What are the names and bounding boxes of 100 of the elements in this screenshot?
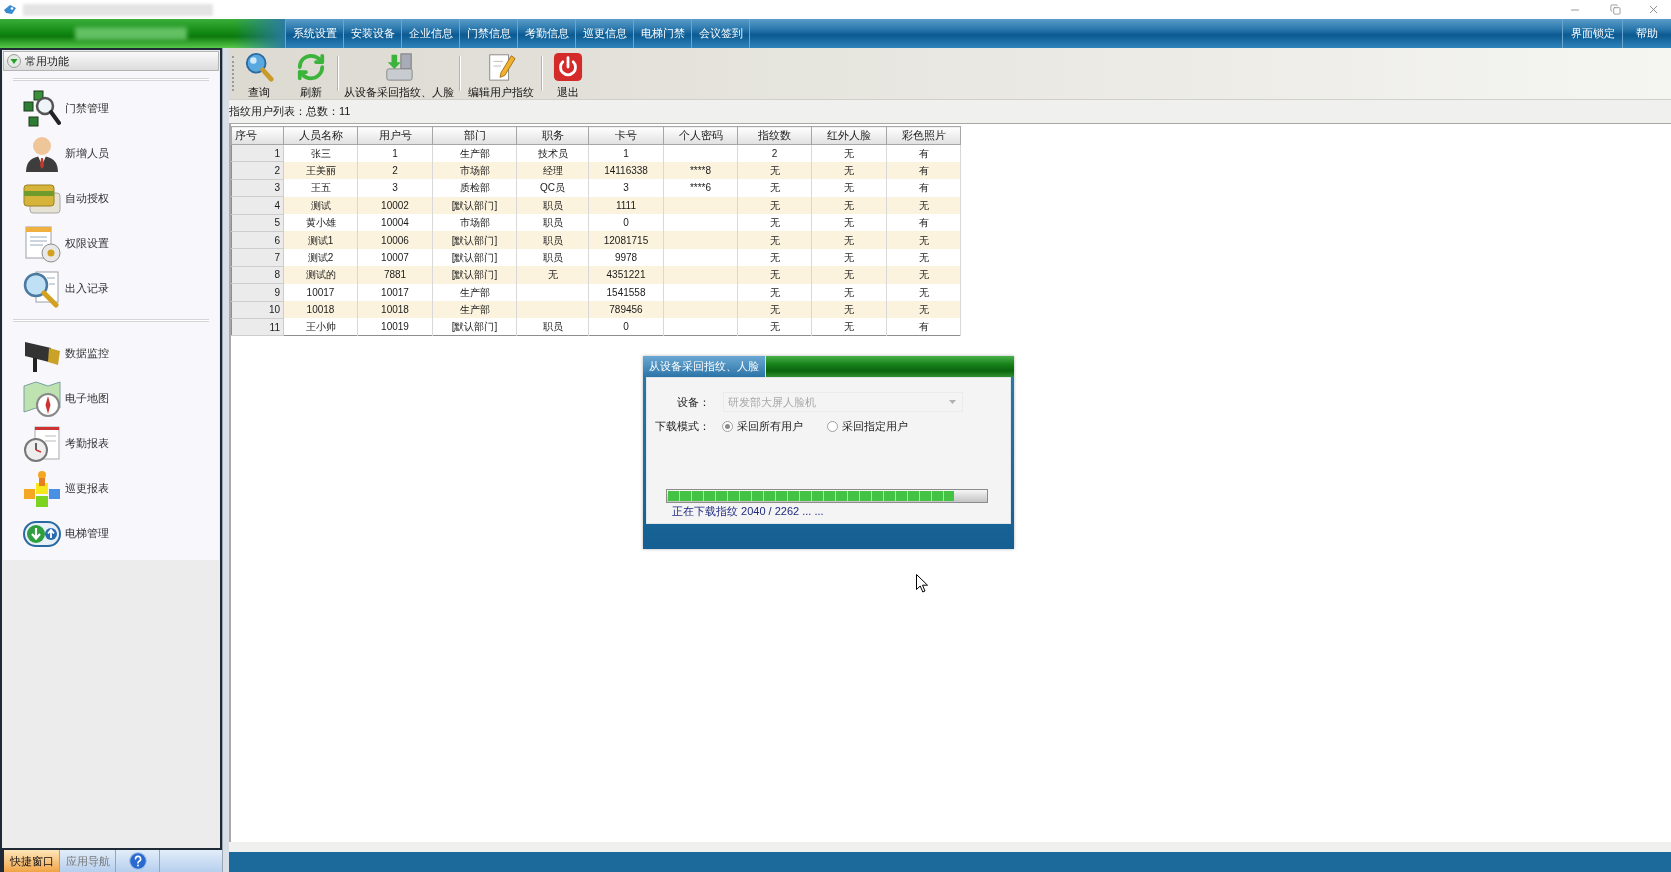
table-cell: 无 [886, 266, 961, 284]
radio-button[interactable] [722, 420, 733, 432]
sidebar-item[interactable]: 电子地图 [3, 376, 219, 421]
radio-label: 采回所有用户 [737, 418, 803, 434]
report-stopwatch-icon [23, 424, 61, 463]
table-cell: 无 [811, 214, 887, 232]
radio-label: 采回指定用户 [842, 418, 908, 434]
colored-blocks-icon [23, 469, 61, 508]
table-cell: 10019 [357, 318, 433, 336]
sidebar-item[interactable]: 巡更报表 [3, 466, 219, 511]
table-cell: 0 [588, 214, 664, 232]
refresh-icon [296, 52, 326, 82]
table-cell: 有 [886, 179, 961, 197]
table-cell: 无 [737, 266, 812, 284]
table-cell: 职员 [516, 231, 589, 249]
table-cell: QC员 [516, 179, 589, 197]
table-cell: 10018 [357, 301, 433, 319]
document-coin-icon [23, 224, 61, 263]
sidebar-item[interactable]: 权限设置 [3, 221, 219, 266]
column-header[interactable]: 指纹数 [737, 126, 812, 145]
toolbar-button[interactable]: 查询 [236, 48, 282, 99]
toolbar-button[interactable]: 退出 [546, 48, 590, 99]
table-cell: 生产部 [432, 301, 517, 319]
table-cell: 无 [737, 231, 812, 249]
sidebar-item[interactable]: 考勤报表 [3, 421, 219, 466]
progress-status: 正在下载指纹 2040 / 2262 ... ... [672, 504, 824, 518]
toolbar-button[interactable]: 刷新 [288, 48, 334, 99]
column-header[interactable]: 职务 [516, 126, 589, 145]
column-header[interactable]: 卡号 [588, 126, 664, 145]
table-cell: 黄小雄 [283, 214, 358, 232]
table-cell: [默认部门] [432, 318, 517, 336]
table-cell: 职员 [516, 318, 589, 336]
sidebar-item[interactable]: 出入记录 [3, 266, 219, 311]
table-cell: 789456 [588, 301, 664, 319]
search-icon [244, 52, 274, 82]
table-cell: 质检部 [432, 179, 517, 197]
device-download-icon [384, 52, 414, 82]
column-header[interactable]: 用户号 [357, 126, 433, 145]
sidebar-header[interactable]: 常用功能 [3, 51, 219, 71]
person-silhouette-icon [23, 134, 61, 173]
table-cell: 王小帅 [283, 318, 358, 336]
radio-button[interactable] [827, 420, 838, 432]
table-cell: 10004 [357, 214, 433, 232]
table-cell: [默认部门] [432, 266, 517, 284]
table-cell: 无 [737, 214, 812, 232]
edit-document-icon [486, 52, 516, 82]
sidebar-item[interactable]: 新增人员 [3, 131, 219, 176]
column-header[interactable]: 部门 [432, 126, 517, 145]
table-cell: 无 [811, 231, 887, 249]
power-icon [553, 52, 583, 82]
column-header[interactable]: 红外人脸 [811, 126, 887, 145]
column-header[interactable]: 彩色照片 [886, 126, 961, 145]
column-header[interactable]: 序号 [231, 126, 284, 145]
field-label: 设备： [676, 394, 710, 410]
list-caption: 指纹用户列表：总数：11 [229, 104, 351, 120]
table-cell: 4351221 [588, 266, 664, 284]
splitter-bar[interactable] [222, 48, 229, 872]
restore-icon [1609, 4, 1621, 15]
table-cell: 有 [886, 318, 961, 336]
collapse-caret-icon [7, 54, 21, 68]
toolbar-button[interactable]: 编辑用户指纹 [464, 48, 538, 99]
table-cell: 无 [886, 231, 961, 249]
dialog-title: 从设备采回指纹、人脸 [643, 356, 766, 377]
down-up-arrows-icon [23, 520, 61, 547]
sidebar-item[interactable]: 数据监控 [3, 331, 219, 376]
sidebar-tab[interactable]: 快捷窗口 [4, 850, 60, 872]
column-header[interactable]: 人员名称 [283, 126, 358, 145]
sidebar-item[interactable]: 电梯管理 [3, 511, 219, 556]
table-cell: 无 [811, 301, 887, 319]
table-cell: 王五 [283, 179, 358, 197]
column-header[interactable]: 个人密码 [663, 126, 738, 145]
help-icon [128, 852, 147, 870]
dropdown-arrow-icon [949, 400, 956, 404]
app-icon [3, 4, 17, 15]
table-cell: 无 [811, 266, 887, 284]
table-cell: 职员 [516, 214, 589, 232]
sidebar-item[interactable]: 门禁管理 [3, 86, 219, 131]
table-cell: 10006 [357, 231, 433, 249]
map-compass-icon [23, 379, 61, 418]
table-cell: 12081715 [588, 231, 664, 249]
table-cell: 有 [886, 214, 961, 232]
table-cell: 0 [588, 318, 664, 336]
table-cell: 无 [516, 266, 589, 284]
sidebar-tab[interactable]: 应用导航 [60, 850, 116, 872]
field-label: 下载模式： [654, 418, 710, 434]
table-cell: 10018 [283, 301, 358, 319]
table-cell: 无 [737, 179, 812, 197]
toolbar-button[interactable]: 从设备采回指纹、人脸 [342, 48, 456, 99]
document-search-icon [23, 269, 61, 308]
table-cell: 市场部 [432, 214, 517, 232]
table-cell: 无 [811, 318, 887, 336]
table-cell: 测试1 [283, 231, 358, 249]
mouse-pointer-icon [916, 574, 928, 593]
magnifier-chips-icon [23, 89, 61, 128]
table-cell: 无 [737, 301, 812, 319]
table-cell: ****6 [663, 179, 738, 197]
table-cell: 无 [811, 179, 887, 197]
table-cell: 测试的 [283, 266, 358, 284]
table-cell: 3 [588, 179, 664, 197]
sidebar-item[interactable]: 自动授权 [3, 176, 219, 221]
